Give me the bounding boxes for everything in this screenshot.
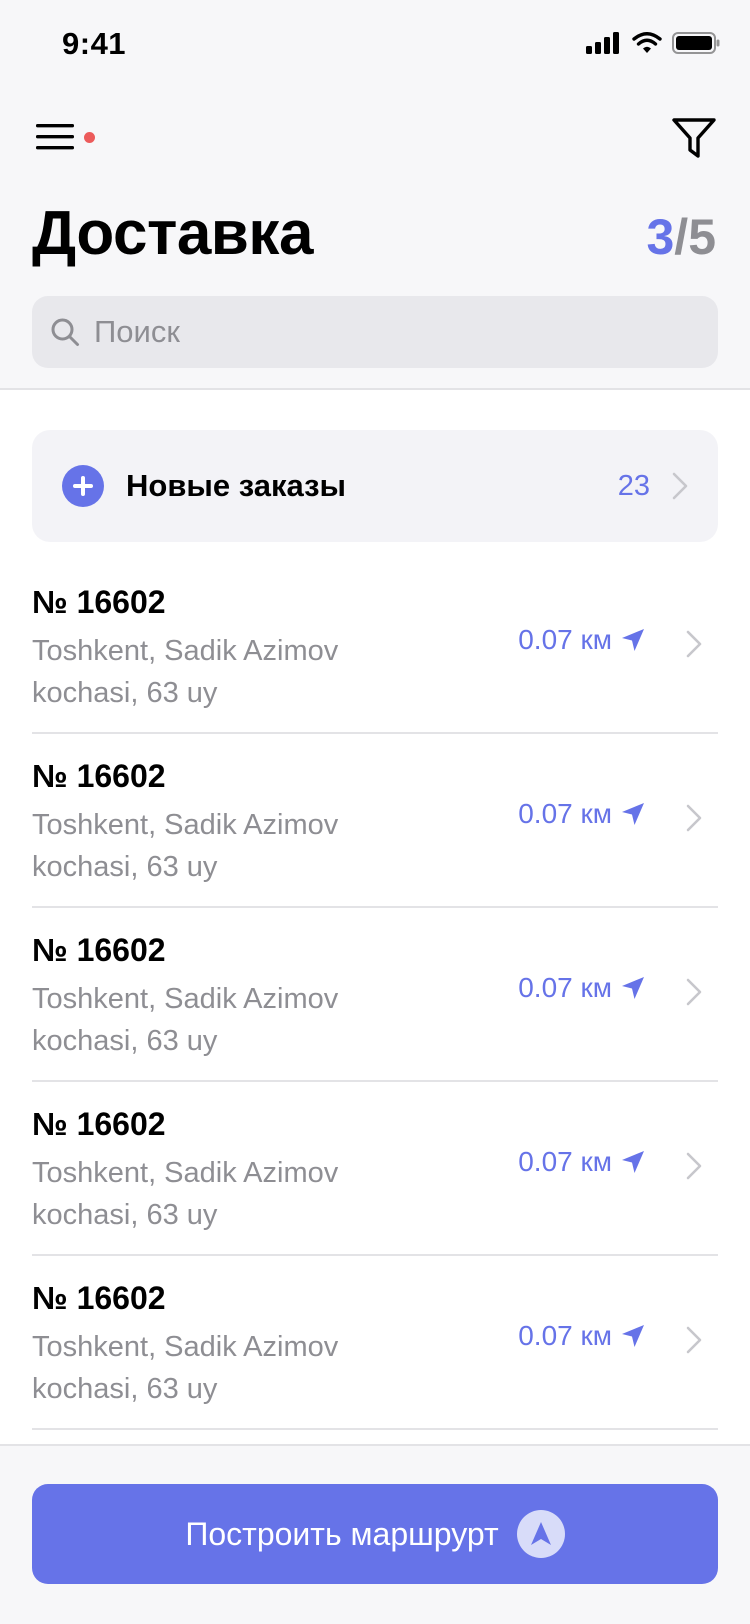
new-orders-row[interactable]: Новые заказы 23 [32,430,718,542]
chevron-right-icon [686,978,702,1006]
order-address: Toshkent, Sadik Azimov kochasi, 63 uy [32,809,339,883]
order-address: Toshkent, Sadik Azimov kochasi, 63 uy [32,983,339,1057]
status-bar: 9:41 [0,0,750,90]
battery-icon [672,32,720,54]
order-number: № 16602 [32,1280,166,1316]
hamburger-icon [36,124,74,150]
order-distance: 0.07 км [518,972,646,1004]
build-route-button[interactable]: Построить маршрурт [32,1484,718,1584]
order-number: № 16602 [32,932,166,968]
location-arrow-icon [622,1325,644,1347]
order-distance: 0.07 км [518,1320,646,1352]
signal-icon [586,32,619,54]
chevron-right-icon [686,630,702,658]
search-icon [51,318,79,346]
order-item[interactable]: № 16602 Toshkent, Sadik Azimov kochasi, … [32,1082,718,1256]
order-item[interactable]: № 16602 Toshkent, Sadik Azimov kochasi, … [32,908,718,1082]
counter-separator: / [674,209,689,265]
order-item[interactable]: № 16602 Toshkent, Sadik Azimov kochasi, … [32,734,718,908]
order-distance: 0.07 км [518,1146,646,1178]
status-time: 9:41 [62,26,127,61]
distance-value: 0.07 км [518,1320,612,1351]
order-list: № 16602 Toshkent, Sadik Azimov kochasi, … [32,560,718,1430]
counter-total: 5 [688,209,716,265]
navigation-arrow-icon [516,1510,565,1558]
filter-icon [672,118,716,158]
page-title: Доставка [32,199,313,268]
distance-value: 0.07 км [518,798,612,829]
wifi-icon [632,32,662,53]
chevron-right-icon [672,472,688,500]
order-item[interactable]: № 16602 Toshkent, Sadik Azimov kochasi, … [32,560,718,734]
order-number: № 16602 [32,1106,166,1142]
chevron-right-icon [686,1326,702,1354]
header-area: 9:41 Доставка 3/5 Поиск [0,0,750,390]
new-orders-label: Новые заказы [126,468,346,503]
filter-button[interactable] [670,116,718,160]
order-address: Toshkent, Sadik Azimov kochasi, 63 uy [32,1157,339,1231]
distance-value: 0.07 км [518,624,612,655]
location-arrow-icon [622,803,644,825]
notification-dot [84,132,95,143]
progress-counter: 3/5 [646,208,716,266]
order-number: № 16602 [32,584,166,620]
search-bar[interactable] [32,296,718,368]
new-orders-count: 23 [617,469,650,502]
location-arrow-icon [622,977,644,999]
distance-value: 0.07 км [518,972,612,1003]
search-input[interactable] [94,314,654,350]
order-item[interactable]: № 16602 Toshkent, Sadik Azimov kochasi, … [32,1256,718,1430]
order-distance: 0.07 км [518,798,646,830]
status-icons [586,32,720,54]
order-number: № 16602 [32,758,166,794]
location-arrow-icon [622,1151,644,1173]
build-route-label: Построить маршрурт [185,1515,499,1552]
distance-value: 0.07 км [518,1146,612,1177]
order-distance: 0.07 км [518,624,646,656]
chevron-right-icon [686,804,702,832]
bottom-bar: Построить маршрурт [0,1444,750,1624]
counter-current: 3 [646,209,675,265]
order-address: Toshkent, Sadik Azimov kochasi, 63 uy [32,1331,339,1405]
chevron-right-icon [686,1152,702,1180]
plus-circle-icon [62,465,104,507]
location-arrow-icon [622,629,644,651]
order-address: Toshkent, Sadik Azimov kochasi, 63 uy [32,635,339,709]
